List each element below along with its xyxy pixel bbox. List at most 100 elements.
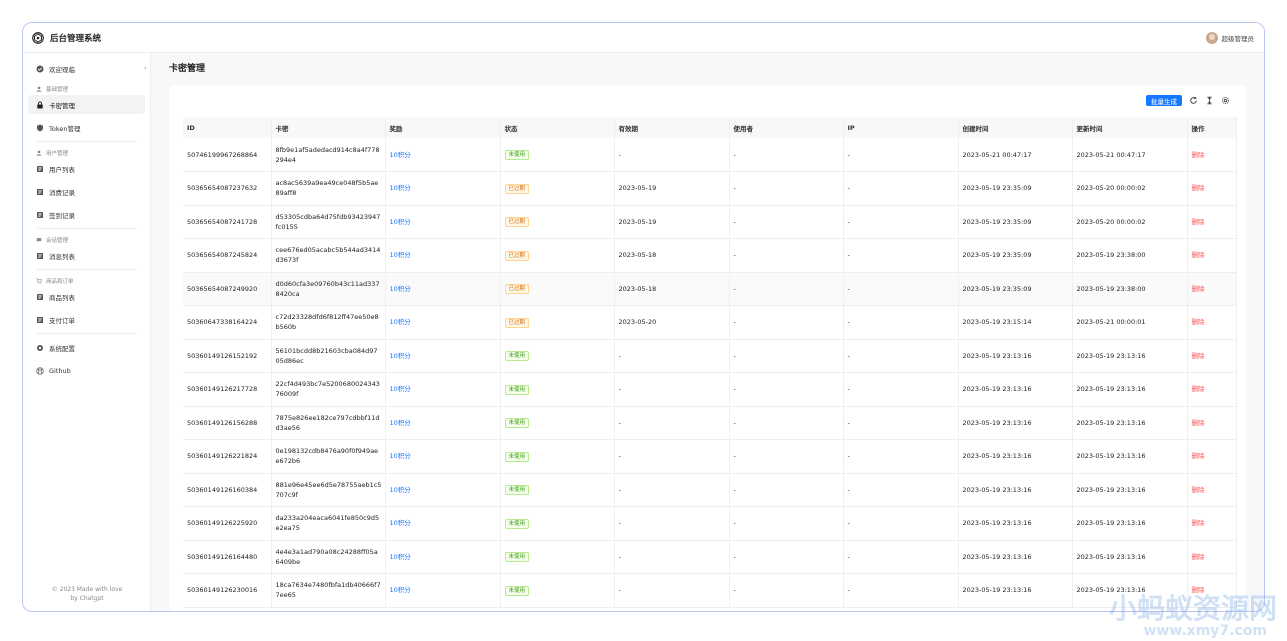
cell-ip: - xyxy=(843,171,959,206)
column-header: 更新时间 xyxy=(1072,117,1188,138)
cell-expire: - xyxy=(614,406,730,440)
table-row: 50360149126230016 18ca7634e7480fbfa1db406… xyxy=(183,573,1237,608)
reward-link[interactable]: 10积分 xyxy=(390,385,411,393)
column-header: 卡密 xyxy=(271,117,386,138)
cell-key: 56101bcdd8b21603cba084d9705d86ec xyxy=(271,339,386,373)
cell-action: 删除 xyxy=(1187,305,1237,340)
user-menu[interactable]: 超级管理员 xyxy=(1205,31,1255,44)
table-row: 50360149126156288 7875e826ee182ce797cdbbf… xyxy=(183,406,1237,440)
refresh-icon[interactable] xyxy=(1189,96,1198,105)
delete-button[interactable]: 删除 xyxy=(1192,251,1205,259)
lock-icon xyxy=(36,101,44,109)
gear-icon[interactable] xyxy=(1221,96,1230,105)
sidebar-item[interactable]: Token管理 xyxy=(28,118,145,137)
cell-user: - xyxy=(729,372,844,407)
delete-button[interactable]: 删除 xyxy=(1192,151,1205,159)
cell-created: 2023-05-19 23:13:16 xyxy=(958,372,1073,407)
cell-status: 未使用 xyxy=(500,339,615,373)
delete-button[interactable]: 删除 xyxy=(1192,553,1205,561)
cell-action: 删除 xyxy=(1187,205,1237,239)
github-icon xyxy=(36,366,44,375)
app-title: 后台管理系统 xyxy=(50,33,102,44)
cell-updated: 2023-05-19 23:38:00 xyxy=(1072,272,1188,306)
reward-link[interactable]: 10积分 xyxy=(390,285,411,293)
delete-button[interactable]: 删除 xyxy=(1192,385,1205,393)
cell-reward: 10积分 xyxy=(385,305,501,340)
sidebar-group-label: 基础管理 xyxy=(28,82,145,95)
table-row: 50360149126164480 4e4e3a1ad790a08c24288ff… xyxy=(183,540,1237,574)
delete-button[interactable]: 删除 xyxy=(1192,352,1205,360)
batch-generate-button[interactable]: 批量生成 xyxy=(1146,95,1182,106)
reward-link[interactable]: 10积分 xyxy=(390,486,411,494)
reward-link[interactable]: 10积分 xyxy=(390,553,411,561)
reward-link[interactable]: 10积分 xyxy=(390,419,411,427)
cell-updated: 2023-05-19 23:38:00 xyxy=(1072,238,1188,273)
delete-button[interactable]: 删除 xyxy=(1192,285,1205,293)
delete-button[interactable]: 删除 xyxy=(1192,452,1205,460)
sidebar-item[interactable]: 卡密管理 xyxy=(28,95,145,114)
cell-created: 2023-05-19 23:15:14 xyxy=(958,305,1073,340)
status-badge: 已过期 xyxy=(504,183,530,194)
sidebar-item[interactable]: 支付订单 xyxy=(28,310,145,329)
cell-user: - xyxy=(729,573,844,608)
delete-button[interactable]: 删除 xyxy=(1192,218,1205,226)
sidebar-item[interactable]: 欢迎观临 xyxy=(28,59,145,78)
sidebar-item[interactable]: Github xyxy=(28,361,145,380)
sidebar-item-label: 欢迎观临 xyxy=(49,65,75,74)
user-icon xyxy=(36,150,42,156)
cell-reward: 10积分 xyxy=(385,540,501,574)
status-badge: 未使用 xyxy=(504,552,530,563)
sidebar-item-label: 商品列表 xyxy=(49,293,75,302)
sidebar-item[interactable]: 系统配置 xyxy=(28,338,145,357)
cell-expire: - xyxy=(614,138,730,172)
sidebar-divider xyxy=(36,141,137,142)
reward-link[interactable]: 10积分 xyxy=(390,151,411,159)
cell-action: 删除 xyxy=(1187,272,1237,306)
app-window: 后台管理系统 超级管理员 欢迎观临 基础管理 卡密管理 Token管理 用户管理 用户列表… xyxy=(22,22,1265,612)
avatar[interactable] xyxy=(1205,31,1218,44)
cell-id: 50360149126225920 xyxy=(183,506,272,541)
user-name[interactable]: 超级管理员 xyxy=(1222,33,1255,43)
cell-id: 50365654087241728 xyxy=(183,205,272,239)
cell-ip: - xyxy=(843,540,959,574)
reward-link[interactable]: 10积分 xyxy=(390,251,411,259)
delete-button[interactable]: 删除 xyxy=(1192,318,1205,326)
cell-expire: 2023-05-18 xyxy=(614,238,730,273)
column-height-icon[interactable] xyxy=(1205,96,1214,105)
collapse-sidebar-icon[interactable]: ‹ xyxy=(144,64,147,72)
reward-link[interactable]: 10积分 xyxy=(390,352,411,360)
reward-link[interactable]: 10积分 xyxy=(390,184,411,192)
cell-user: - xyxy=(729,138,844,172)
list-icon xyxy=(36,211,44,219)
cell-ip: - xyxy=(843,406,959,440)
cell-id: 50360149126164480 xyxy=(183,540,272,574)
reward-link[interactable]: 10积分 xyxy=(390,318,411,326)
delete-button[interactable]: 删除 xyxy=(1192,184,1205,192)
reward-link[interactable]: 10积分 xyxy=(390,586,411,594)
check-circle-icon xyxy=(36,65,44,73)
sidebar-item[interactable]: 商品列表 xyxy=(28,287,145,306)
cell-action: 删除 xyxy=(1187,473,1237,507)
table-toolbar: 批量生成 xyxy=(1146,95,1230,106)
cell-updated: 2023-05-19 23:13:16 xyxy=(1072,506,1188,541)
cell-status: 已过期 xyxy=(500,171,615,206)
status-badge: 未使用 xyxy=(504,485,530,496)
status-badge: 未使用 xyxy=(504,451,530,462)
cell-reward: 10积分 xyxy=(385,439,501,474)
sidebar-item[interactable]: 签到记录 xyxy=(28,205,145,224)
sidebar-item[interactable]: 消息列表 xyxy=(28,246,145,265)
reward-link[interactable]: 10积分 xyxy=(390,519,411,527)
cell-created: 2023-05-19 23:13:16 xyxy=(958,573,1073,608)
delete-button[interactable]: 删除 xyxy=(1192,486,1205,494)
footer-line1: © 2023 Made with love xyxy=(51,586,123,593)
cell-action: 删除 xyxy=(1187,506,1237,541)
reward-link[interactable]: 10积分 xyxy=(390,218,411,226)
sidebar-divider xyxy=(36,228,137,229)
reward-link[interactable]: 10积分 xyxy=(390,452,411,460)
delete-button[interactable]: 删除 xyxy=(1192,419,1205,427)
cell-reward: 10积分 xyxy=(385,138,501,172)
cell-status: 未使用 xyxy=(500,138,615,172)
sidebar-item[interactable]: 用户列表 xyxy=(28,159,145,178)
delete-button[interactable]: 删除 xyxy=(1192,519,1205,527)
sidebar-item[interactable]: 消费记录 xyxy=(28,182,145,201)
